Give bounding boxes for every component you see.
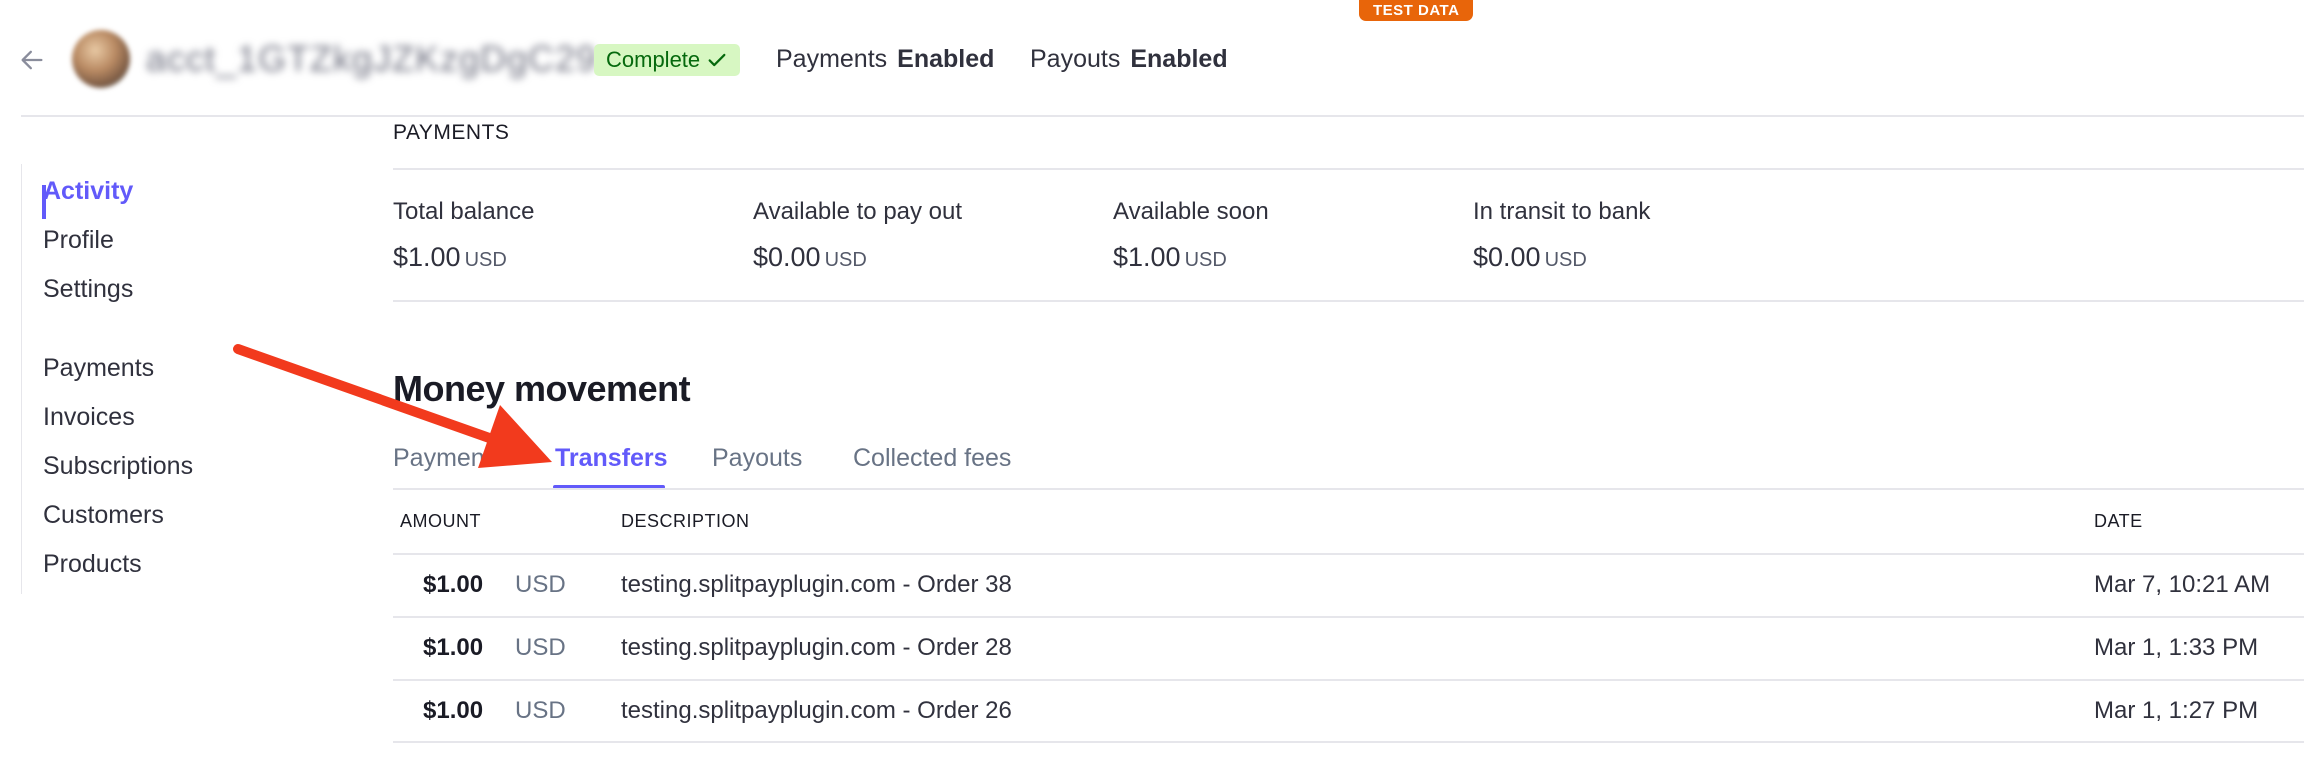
balance-label: In transit to bank	[1473, 198, 1651, 225]
sidebar-item-activity[interactable]: Activity	[42, 177, 134, 219]
row-currency: USD	[515, 634, 566, 661]
balance-available-soon: Available soon $1.00 USD	[1113, 198, 1269, 273]
row-date: Mar 1, 1:27 PM	[2094, 697, 2259, 724]
account-header: acct_1GTZkgJZKzgDgC29 Complete Payments E…	[0, 0, 2304, 117]
capability-value: Enabled	[897, 45, 995, 73]
row-description: testing.splitpayplugin.com - Order 28	[621, 634, 1012, 661]
balance-value: $1.00 USD	[1113, 242, 1269, 273]
tab-payments[interactable]: Payments	[393, 444, 504, 473]
balance-currency: USD	[464, 249, 507, 271]
row-amount: $1.00	[423, 634, 484, 661]
balance-label: Available soon	[1113, 198, 1269, 225]
balance-value: $0.00 USD	[1473, 242, 1650, 273]
table-row[interactable]: $1.00 USD testing.splitpayplugin.com - O…	[393, 617, 2304, 679]
balance-currency: USD	[1184, 249, 1227, 271]
row-date: Mar 1, 1:33 PM	[2094, 634, 2259, 661]
row-amount: $1.00	[423, 697, 484, 724]
balance-label: Available to pay out	[753, 198, 963, 225]
balance-amount: $1.00	[393, 242, 461, 272]
tab-collected-fees[interactable]: Collected fees	[853, 444, 1011, 473]
active-indicator	[42, 185, 46, 219]
capability-label: Payouts	[1030, 45, 1121, 73]
balance-amount: $0.00	[1473, 242, 1541, 272]
status-badge: Complete	[594, 44, 741, 76]
column-header-amount[interactable]: AMOUNT	[400, 511, 481, 532]
sidebar-item-payments[interactable]: Payments	[43, 354, 154, 383]
column-header-description[interactable]: DESCRIPTION	[621, 511, 750, 532]
row-currency: USD	[515, 571, 566, 598]
balance-amount: $1.00	[1113, 242, 1181, 272]
money-movement-title: Money movement	[393, 368, 691, 409]
capability-payments: Payments Enabled	[776, 45, 994, 74]
sidebar-item-customers[interactable]: Customers	[43, 501, 164, 530]
sidebar-item-profile[interactable]: Profile	[43, 226, 114, 255]
balance-currency: USD	[824, 249, 867, 271]
sidebar: Activity Profile Settings Payments Invoi…	[21, 164, 221, 594]
row-date: Mar 7, 10:21 AM	[2094, 571, 2271, 598]
table-row[interactable]: $1.00 USD testing.splitpayplugin.com - O…	[393, 554, 2304, 616]
arrow-left-icon[interactable]	[18, 46, 46, 74]
sidebar-item-settings[interactable]: Settings	[43, 275, 133, 304]
tab-payouts[interactable]: Payouts	[712, 444, 802, 473]
checkmark-icon	[708, 53, 726, 67]
balance-available-payout: Available to pay out $0.00 USD	[753, 198, 962, 273]
sidebar-item-label: Activity	[43, 177, 134, 205]
balance-amount: $0.00	[753, 242, 821, 272]
sidebar-item-subscriptions[interactable]: Subscriptions	[43, 452, 193, 481]
divider	[393, 168, 2304, 170]
status-label: Complete	[606, 47, 701, 72]
divider	[393, 741, 2304, 743]
account-id: acct_1GTZkgJZKzgDgC29	[146, 38, 598, 79]
avatar	[72, 30, 130, 88]
tab-transfers[interactable]: Transfers	[555, 444, 668, 473]
balance-currency: USD	[1544, 249, 1587, 271]
capability-payouts: Payouts Enabled	[1030, 45, 1228, 74]
section-title: PAYMENTS	[393, 121, 510, 144]
divider	[21, 115, 2304, 117]
row-description: testing.splitpayplugin.com - Order 38	[621, 571, 1012, 598]
balance-total: Total balance $1.00 USD	[393, 198, 534, 273]
column-header-date[interactable]: DATE	[2094, 511, 2143, 532]
table-row[interactable]: $1.00 USD testing.splitpayplugin.com - O…	[393, 680, 2304, 742]
balance-in-transit: In transit to bank $0.00 USD	[1473, 198, 1650, 273]
sidebar-item-products[interactable]: Products	[43, 550, 142, 579]
row-currency: USD	[515, 697, 566, 724]
capability-label: Payments	[776, 45, 888, 73]
divider	[393, 300, 2304, 302]
row-description: testing.splitpayplugin.com - Order 26	[621, 697, 1012, 724]
balance-value: $0.00 USD	[753, 242, 962, 273]
sidebar-item-invoices[interactable]: Invoices	[43, 403, 135, 432]
balance-label: Total balance	[393, 198, 535, 225]
balance-value: $1.00 USD	[393, 242, 534, 273]
capability-value: Enabled	[1130, 45, 1228, 73]
row-amount: $1.00	[423, 571, 484, 598]
divider	[393, 488, 2304, 490]
